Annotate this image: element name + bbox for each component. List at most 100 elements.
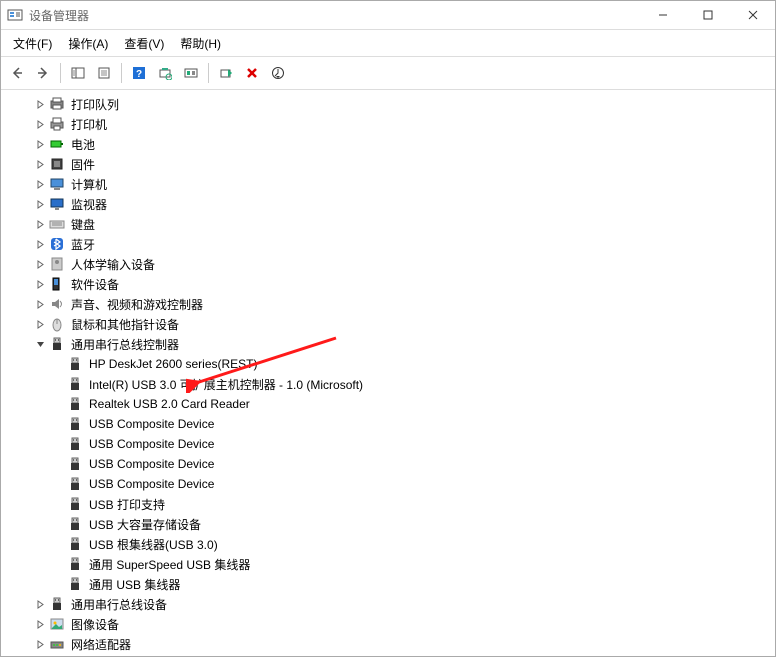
expand-icon[interactable] xyxy=(33,157,47,171)
no-expand xyxy=(51,537,65,551)
toolbar: ? xyxy=(1,57,775,90)
collapse-icon[interactable] xyxy=(33,337,47,351)
tree-item[interactable]: 人体学输入设备 xyxy=(7,254,775,274)
tree-area[interactable]: 打印队列打印机电池固件计算机监视器键盘蓝牙人体学输入设备软件设备声音、视频和游戏… xyxy=(1,90,775,656)
expand-icon[interactable] xyxy=(33,597,47,611)
properties-button[interactable] xyxy=(92,61,116,85)
tree-item[interactable]: USB Composite Device xyxy=(7,474,775,494)
tree-item[interactable]: 声音、视频和游戏控制器 xyxy=(7,294,775,314)
tree-item-label: 打印队列 xyxy=(69,95,121,114)
close-button[interactable] xyxy=(730,1,775,29)
toolbar-separator xyxy=(60,63,61,83)
expand-icon[interactable] xyxy=(33,277,47,291)
usb-icon xyxy=(67,556,83,572)
help-button[interactable]: ? xyxy=(127,61,151,85)
back-button[interactable] xyxy=(5,61,29,85)
usb-icon xyxy=(67,496,83,512)
monitor-icon xyxy=(49,196,65,212)
tree-item[interactable]: 通用串行总线控制器 xyxy=(7,334,775,354)
usb-icon xyxy=(67,456,83,472)
tree-item[interactable]: 固件 xyxy=(7,154,775,174)
tree-item[interactable]: 键盘 xyxy=(7,214,775,234)
menu-help[interactable]: 帮助(H) xyxy=(172,33,229,54)
tree-item-label: USB 大容量存储设备 xyxy=(87,515,203,534)
scan-for-changes-button[interactable] xyxy=(266,61,290,85)
tree-item-label: 网络适配器 xyxy=(69,635,133,654)
tree-item[interactable]: HP DeskJet 2600 series(REST) xyxy=(7,354,775,374)
usb-icon xyxy=(67,376,83,392)
maximize-button[interactable] xyxy=(685,1,730,29)
tree-item[interactable]: 鼠标和其他指针设备 xyxy=(7,314,775,334)
keyboard-icon xyxy=(49,216,65,232)
toolbar-separator xyxy=(208,63,209,83)
tree-item[interactable]: 图像设备 xyxy=(7,614,775,634)
tree-item-label: USB Composite Device xyxy=(87,416,216,432)
title-bar[interactable]: 设备管理器 xyxy=(1,1,775,30)
usb-icon xyxy=(49,336,65,352)
tree-item[interactable]: 系统设备 xyxy=(7,654,775,656)
tree-item[interactable]: Realtek USB 2.0 Card Reader xyxy=(7,394,775,414)
usb-icon xyxy=(67,416,83,432)
tree-item[interactable]: 计算机 xyxy=(7,174,775,194)
expand-icon[interactable] xyxy=(33,217,47,231)
tree-item[interactable]: USB 大容量存储设备 xyxy=(7,514,775,534)
menu-bar: 文件(F) 操作(A) 查看(V) 帮助(H) xyxy=(1,30,775,57)
menu-file[interactable]: 文件(F) xyxy=(5,33,60,54)
tree-item-label: 通用串行总线设备 xyxy=(69,595,169,614)
mouse-icon xyxy=(49,316,65,332)
tree-item[interactable]: USB Composite Device xyxy=(7,454,775,474)
svg-text:?: ? xyxy=(136,69,142,80)
usb-icon xyxy=(67,516,83,532)
tree-item[interactable]: 监视器 xyxy=(7,194,775,214)
tree-item[interactable]: 网络适配器 xyxy=(7,634,775,654)
expand-icon[interactable] xyxy=(33,197,47,211)
tree-item[interactable]: Intel(R) USB 3.0 可扩展主机控制器 - 1.0 (Microso… xyxy=(7,374,775,394)
menu-action[interactable]: 操作(A) xyxy=(60,33,116,54)
enable-device-button[interactable] xyxy=(214,61,238,85)
tree-item[interactable]: 通用 SuperSpeed USB 集线器 xyxy=(7,554,775,574)
window-buttons xyxy=(640,1,775,29)
tree-item-label: Realtek USB 2.0 Card Reader xyxy=(87,396,252,412)
tree-item[interactable]: USB 根集线器(USB 3.0) xyxy=(7,534,775,554)
battery-icon xyxy=(49,136,65,152)
uninstall-device-button[interactable] xyxy=(240,61,264,85)
expand-icon[interactable] xyxy=(33,97,47,111)
update-driver-button[interactable] xyxy=(179,61,203,85)
tree-item[interactable]: 软件设备 xyxy=(7,274,775,294)
tree-item-label: 固件 xyxy=(69,155,97,174)
tree-item-label: 监视器 xyxy=(69,195,109,214)
tree-item[interactable]: 打印机 xyxy=(7,114,775,134)
tree-item[interactable]: 蓝牙 xyxy=(7,234,775,254)
tree-item-label: 图像设备 xyxy=(69,615,121,634)
minimize-button[interactable] xyxy=(640,1,685,29)
expand-icon[interactable] xyxy=(33,637,47,651)
usb-icon xyxy=(67,436,83,452)
tree-item[interactable]: 电池 xyxy=(7,134,775,154)
tree-item[interactable]: 通用 USB 集线器 xyxy=(7,574,775,594)
expand-icon[interactable] xyxy=(33,137,47,151)
forward-button[interactable] xyxy=(31,61,55,85)
tree-item-label: USB Composite Device xyxy=(87,436,216,452)
show-hide-console-tree-button[interactable] xyxy=(66,61,90,85)
expand-icon[interactable] xyxy=(33,617,47,631)
scan-hardware-button[interactable] xyxy=(153,61,177,85)
tree-item[interactable]: 打印队列 xyxy=(7,94,775,114)
tree-item[interactable]: USB Composite Device xyxy=(7,414,775,434)
tree-item-label: 通用串行总线控制器 xyxy=(69,335,181,354)
usb-icon xyxy=(49,596,65,612)
usb-icon xyxy=(67,356,83,372)
expand-icon[interactable] xyxy=(33,317,47,331)
usb-icon xyxy=(67,476,83,492)
expand-icon[interactable] xyxy=(33,297,47,311)
tree-item[interactable]: USB Composite Device xyxy=(7,434,775,454)
expand-icon[interactable] xyxy=(33,177,47,191)
expand-icon[interactable] xyxy=(33,237,47,251)
expand-icon[interactable] xyxy=(33,117,47,131)
menu-view[interactable]: 查看(V) xyxy=(116,33,172,54)
expand-icon[interactable] xyxy=(33,257,47,271)
tree-item[interactable]: 通用串行总线设备 xyxy=(7,594,775,614)
app-icon xyxy=(7,7,23,23)
tree-item[interactable]: USB 打印支持 xyxy=(7,494,775,514)
tree-item-label: USB Composite Device xyxy=(87,456,216,472)
printer-icon xyxy=(49,116,65,132)
